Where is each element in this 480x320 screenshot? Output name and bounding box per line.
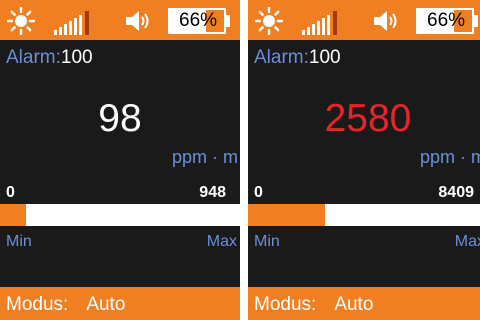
signal-bar (333, 11, 337, 35)
battery-terminal (226, 15, 230, 27)
signal-bar (302, 30, 305, 35)
signal-bar (307, 27, 310, 35)
level-bar (0, 204, 240, 226)
concentration-reading: 98 (98, 97, 142, 140)
gas-detector-display-2: 66% Alarm:100 2580 ppm · m 0 8409 Min Ma… (248, 0, 480, 320)
battery-icon: 66% (168, 8, 226, 34)
status-bar: 66% (248, 0, 480, 40)
gas-detector-display-1: 66% Alarm:100 98 ppm · m 0 948 Min Max M… (0, 0, 240, 320)
mode-label: Modus: (254, 294, 317, 315)
signal-bar (327, 15, 330, 35)
mode-label: Modus: (6, 294, 69, 315)
mode-value: Auto (86, 294, 126, 315)
signal-bar (79, 15, 82, 35)
level-bar (248, 204, 480, 226)
signal-strength-icon (54, 11, 99, 35)
level-bar-fill (0, 204, 27, 226)
signal-bar (322, 18, 325, 35)
main-screen: Alarm:100 98 ppm · m 0 948 Min Max (0, 40, 240, 287)
alarm-value: 100 (308, 47, 341, 68)
battery-icon: 66% (416, 8, 474, 34)
scale-min: 0 (6, 184, 15, 201)
signal-bar (74, 18, 77, 35)
min-label: Min (254, 233, 280, 250)
min-label: Min (6, 233, 32, 250)
sun-icon (255, 7, 283, 35)
level-bar-fill (248, 204, 325, 226)
signal-bar (59, 27, 62, 35)
alarm-label: Alarm: (254, 47, 309, 68)
alarm-value: 100 (60, 47, 93, 68)
signal-bar (54, 30, 57, 35)
mode-row: Modus: Auto (6, 294, 125, 316)
battery-percentage: 66% (179, 10, 218, 31)
alarm-threshold: Alarm:100 (254, 47, 341, 69)
sun-icon (7, 7, 35, 35)
signal-bar (317, 21, 320, 35)
scale-max: 948 (199, 184, 226, 201)
unit-label: ppm · m (171, 147, 238, 167)
main-screen: Alarm:100 2580 ppm · m 0 8409 Min Max (248, 40, 480, 287)
signal-strength-icon (302, 11, 347, 35)
battery-percentage: 66% (427, 10, 466, 31)
signal-bar (85, 11, 89, 35)
alarm-threshold: Alarm:100 (6, 47, 93, 69)
scale-min: 0 (254, 184, 263, 201)
concentration-reading: 2580 (324, 97, 412, 140)
mode-row: Modus: Auto (254, 294, 373, 316)
max-label: Max (454, 233, 480, 250)
scale-max: 8409 (438, 184, 474, 201)
max-label: Max (206, 233, 237, 250)
battery-terminal (474, 15, 478, 27)
speaker-icon (374, 11, 397, 31)
signal-bar (69, 21, 72, 35)
alarm-label: Alarm: (6, 47, 61, 68)
speaker-icon (126, 11, 149, 31)
signal-bar (64, 24, 67, 35)
signal-bar (312, 24, 315, 35)
status-bar: 66% (0, 0, 240, 40)
mode-value: Auto (334, 294, 374, 315)
unit-label: ppm · m (419, 147, 480, 167)
